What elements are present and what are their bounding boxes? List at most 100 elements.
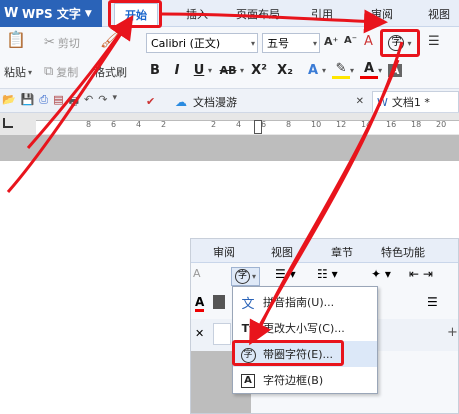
enclose-char-icon: 字 [235, 269, 250, 284]
menu-bar: W WPS 文字 ▼ 开始 插入 页面布局 引用 审阅 视图 [0, 0, 459, 27]
ruler-tick-label: 12 [336, 120, 347, 129]
bullets-icon[interactable]: ☰ ▾ [275, 267, 296, 281]
align-icon[interactable]: ☰ [427, 295, 438, 309]
undo-icon[interactable]: ↶ [84, 93, 93, 112]
font-color-icon[interactable]: A [360, 61, 379, 79]
pin-icon[interactable]: ✔ [146, 95, 155, 108]
paste-button[interactable]: 📋 [6, 30, 26, 49]
char-border-icon: A [241, 374, 255, 388]
doc-tab-document1[interactable]: W 文档1 * [372, 91, 459, 112]
copy-icon: ⧉ [44, 64, 54, 79]
pdf-icon[interactable]: ▤ [53, 93, 63, 112]
ruler-tick-label: 18 [411, 120, 422, 129]
bold-button[interactable]: B [146, 63, 164, 78]
print-preview-icon[interactable]: ⎙ [39, 93, 48, 112]
close-icon[interactable]: ✕ [195, 327, 204, 340]
ruler-tick-label: 10 [311, 120, 322, 129]
tab-references[interactable]: 引用 [311, 6, 333, 22]
doc-tab-document1-label: 文档1 * [391, 96, 430, 109]
tab-section[interactable]: 章节 [331, 244, 353, 260]
menu-item-label: 字符边框(B) [263, 374, 324, 387]
print-icon[interactable]: 🖶 [69, 93, 79, 112]
ruler-tick-label: 4 [236, 120, 242, 129]
open-folder-icon[interactable]: 📂 [2, 93, 16, 112]
tab-review[interactable]: 审阅 [213, 244, 235, 260]
doc-tab-roaming[interactable]: ☁ 文档漫游 ✕ [175, 91, 370, 112]
format-painter-button[interactable]: 🖌 [100, 31, 120, 49]
app-menu-button[interactable]: W WPS 文字 ▼ [0, 0, 102, 27]
chevron-down-icon: ▾ [240, 65, 245, 75]
cut-label: 剪切 [57, 37, 80, 50]
enclose-char-icon: 字 [388, 35, 405, 51]
save-icon[interactable]: 💾 [21, 93, 35, 112]
shrink-font-button[interactable]: A⁻ [344, 35, 357, 46]
tab-view[interactable]: 视图 [428, 6, 450, 22]
char-shading-icon[interactable]: A [388, 63, 403, 77]
outline-icon[interactable]: ✦ ▾ [371, 267, 391, 281]
numbering-icon[interactable]: ☷ ▾ [317, 267, 338, 281]
subscript-button[interactable]: X₂ [274, 63, 296, 78]
menu-item-label: 拼音指南(U)... [263, 296, 335, 309]
font-color-icon[interactable]: A [195, 295, 205, 312]
indent-icon[interactable]: ⇤ ⇥ [409, 267, 433, 281]
menu-item-change-case[interactable]: Tt 更改大小写(C)... [233, 315, 377, 341]
highlight-box-enclose-menu-item [232, 340, 344, 366]
cut-button[interactable]: ✂ 剪切 [44, 35, 80, 51]
menu-item-char-border[interactable]: A 字符边框(B) [233, 367, 377, 393]
list-icon: ☰ [428, 34, 440, 49]
enclose-char-button[interactable]: 字 ▾ [380, 29, 420, 57]
zoomed-tab-row: 审阅 视图 章节 特色功能 [191, 239, 458, 263]
indent-marker[interactable] [254, 120, 262, 134]
font-size-select[interactable]: 五号 ▾ [262, 33, 320, 53]
font-name-value: Calibri (正文) [151, 37, 221, 50]
strikethrough-button[interactable]: AB [216, 64, 240, 77]
font-name-select[interactable]: Calibri (正文) ▾ [146, 33, 258, 53]
highlight-icon[interactable]: ✎ [332, 61, 351, 79]
app-name: WPS 文字 [22, 7, 81, 21]
underline-button[interactable]: U [190, 63, 208, 78]
text-effect-icon[interactable]: A [304, 63, 322, 78]
format-painter-label-button[interactable]: 格式刷 [94, 64, 127, 80]
close-icon[interactable]: ✕ [356, 96, 364, 107]
char-shading-icon[interactable] [213, 295, 225, 309]
document-icon[interactable] [213, 323, 231, 345]
ruler-tick-label: 4 [136, 120, 142, 129]
quick-access-bar: 📂 💾 ⎙ ▤ 🖶 ↶ ↷ ▾ ✔ ☁ 文档漫游 ✕ W 文档1 * [0, 89, 459, 113]
clear-format-icon[interactable]: A [193, 267, 201, 280]
document-canvas [0, 135, 459, 161]
ruler-tick-label: 2 [161, 120, 167, 129]
tab-view[interactable]: 视图 [271, 244, 293, 260]
tab-features[interactable]: 特色功能 [381, 244, 425, 260]
tab-stop-selector[interactable] [3, 118, 13, 128]
chevron-down-icon: ▾ [350, 65, 355, 75]
enclose-char-button[interactable]: 字 ▾ [231, 267, 261, 286]
ruler-tick-label: 14 [361, 120, 372, 129]
paste-label-button[interactable]: 粘贴 ▾ [4, 64, 32, 80]
chevron-down-icon: ▾ [322, 65, 327, 75]
document-icon: W [377, 95, 388, 109]
brush-icon: 🖌 [100, 31, 120, 49]
superscript-button[interactable]: X² [248, 63, 270, 78]
copy-label: 复制 [56, 66, 79, 79]
change-case-icon: Tt [241, 321, 255, 335]
chevron-down-icon: ▾ [28, 67, 33, 77]
cloud-icon: ☁ [175, 94, 187, 109]
grow-font-button[interactable]: A⁺ [324, 35, 338, 48]
ruler-tick-label: 16 [386, 120, 397, 129]
clear-format-button[interactable]: A [364, 35, 373, 49]
copy-button[interactable]: ⧉ 复制 [44, 64, 78, 80]
clipboard-icon: 📋 [6, 30, 26, 49]
font-size-value: 五号 [267, 37, 289, 50]
tab-insert[interactable]: 插入 [186, 6, 208, 22]
italic-button[interactable]: I [168, 63, 186, 78]
chevron-down-icon: ▾ [250, 38, 255, 48]
ruler-tick-label: 20 [436, 120, 447, 129]
tab-page-layout[interactable]: 页面布局 [236, 6, 280, 22]
chevron-down-icon[interactable]: ▾ [112, 93, 117, 112]
tab-review[interactable]: 审阅 [371, 6, 393, 22]
menu-item-pinyin-guide[interactable]: 文 拼音指南(U)... [233, 289, 377, 315]
add-tab-icon[interactable]: + [447, 325, 458, 340]
redo-icon[interactable]: ↷ [98, 93, 107, 112]
bullets-button[interactable]: ☰ [428, 35, 440, 49]
paste-label: 粘贴 [4, 66, 26, 79]
